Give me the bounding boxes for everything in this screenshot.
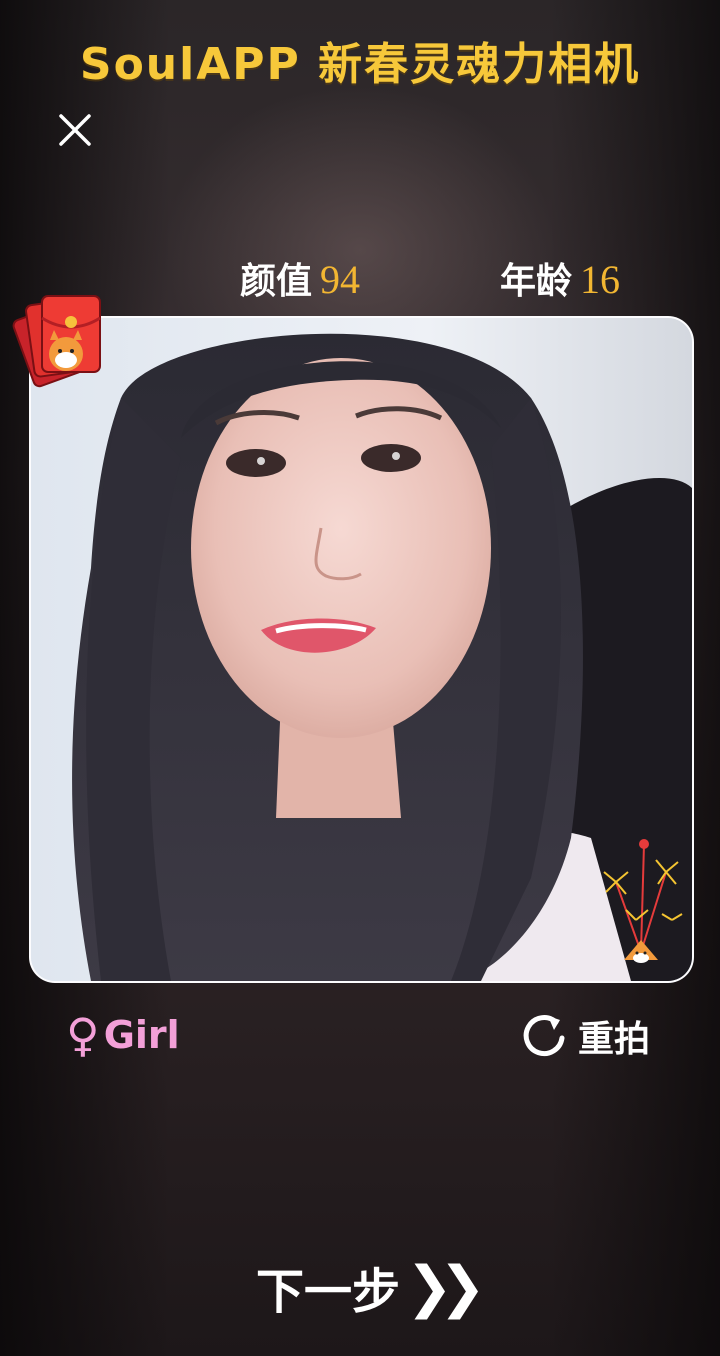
beauty-value: 94 [320,257,361,302]
double-chevron-right-icon: ❯❯ [406,1254,486,1320]
age-score: 年龄 16 [500,252,620,302]
age-value: 16 [580,257,621,302]
age-label: 年龄 [500,261,573,302]
retake-button[interactable]: 重拍 [518,1008,650,1064]
beauty-label: 颜值 [240,261,313,302]
close-icon [59,114,91,146]
fireworks-icon [596,832,686,978]
red-envelope-icon [6,288,106,388]
selfie-photo [31,318,692,981]
gender-result: ♀ Girl [66,1008,180,1062]
next-step-button[interactable]: 下一步 ❯❯ [256,1252,486,1322]
beauty-score: 颜值 94 [240,252,360,302]
retake-label: 重拍 [578,1019,651,1060]
female-icon: ♀ [66,1008,100,1062]
photo-frame [29,316,694,983]
app-title: SoulAPP 新春灵魂力相机 [79,39,641,90]
refresh-icon [523,1015,565,1057]
gender-label: Girl [103,1013,180,1057]
close-button[interactable] [55,110,95,150]
next-step-label: 下一步 [256,1264,401,1320]
